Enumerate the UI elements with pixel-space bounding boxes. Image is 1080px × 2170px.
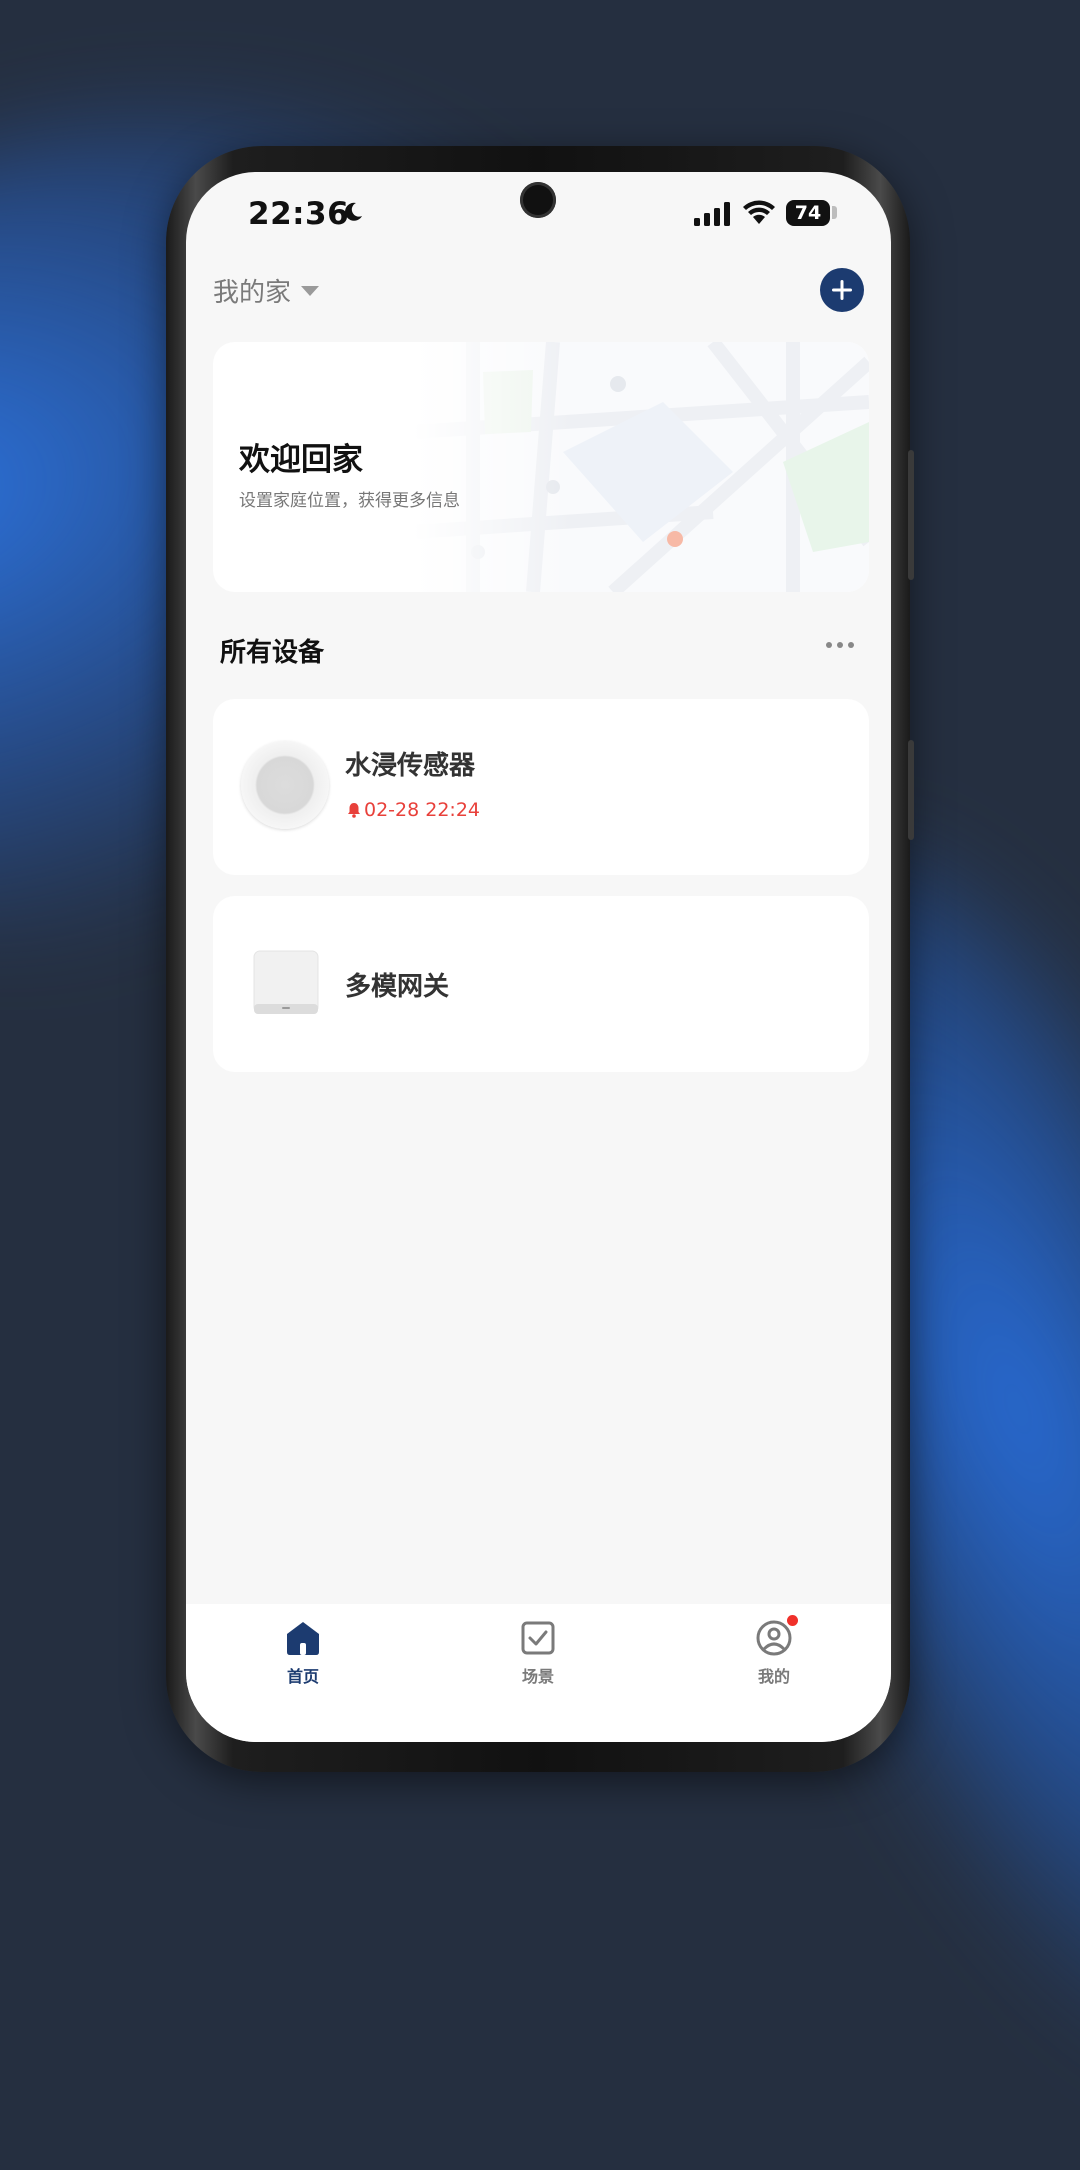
section-title: 所有设备 xyxy=(220,638,325,668)
nav-label: 场景 xyxy=(521,1667,554,1686)
home-name: 我的家 xyxy=(213,278,292,308)
welcome-subtitle: 设置家庭位置，获得更多信息 xyxy=(239,491,460,511)
front-camera xyxy=(520,182,556,218)
add-device-button[interactable] xyxy=(820,268,864,312)
home-icon xyxy=(287,1622,319,1655)
cellular-signal-icon xyxy=(694,202,730,226)
scene-check-icon xyxy=(521,1621,555,1655)
alert-time: 02-28 22:24 xyxy=(364,799,481,821)
nav-tab-home[interactable]: 首页 xyxy=(263,1618,343,1687)
moon-icon xyxy=(345,202,362,221)
bottom-navigation: 首页 场景 我的 xyxy=(186,1604,891,1742)
plus-icon xyxy=(832,280,852,300)
nav-tab-scenes[interactable]: 场景 xyxy=(498,1618,578,1687)
welcome-card[interactable]: 欢迎回家 设置家庭位置，获得更多信息 xyxy=(213,342,869,592)
gateway-icon xyxy=(253,950,319,1014)
water-sensor-icon xyxy=(241,741,329,829)
status-bar: 22:36 74 xyxy=(186,172,891,262)
device-name: 水浸传感器 xyxy=(345,751,476,781)
home-selector[interactable]: 我的家 xyxy=(213,272,320,309)
more-dots-icon[interactable] xyxy=(826,642,854,648)
dot xyxy=(848,642,854,648)
status-time: 22:36 xyxy=(248,196,350,232)
battery-cap xyxy=(832,206,837,219)
power-button xyxy=(908,740,914,840)
profile-icon-wrap xyxy=(754,1615,798,1658)
welcome-title: 欢迎回家 xyxy=(239,442,363,478)
caret-down-icon xyxy=(301,285,320,296)
dot xyxy=(837,642,843,648)
device-card-water-sensor[interactable]: 水浸传感器 02-28 22:24 xyxy=(213,699,869,875)
device-alert: 02-28 22:24 xyxy=(347,799,480,821)
wifi-icon xyxy=(743,200,775,224)
volume-button xyxy=(908,450,914,580)
map-illustration xyxy=(413,342,869,592)
bell-icon xyxy=(348,803,360,818)
dot xyxy=(826,642,832,648)
nav-tab-profile[interactable]: 我的 xyxy=(734,1615,814,1687)
phone-screen: 22:36 74 我的家 欢迎回家 设置家庭位置，获得更多信息 所有设备 水浸传… xyxy=(186,172,891,1742)
nav-label: 首页 xyxy=(286,1667,319,1686)
device-card-gateway[interactable]: 多模网关 xyxy=(213,896,869,1072)
nav-label: 我的 xyxy=(757,1667,790,1686)
notification-badge xyxy=(787,1615,798,1626)
device-name: 多模网关 xyxy=(345,972,450,1002)
battery-indicator: 74 xyxy=(786,200,830,226)
